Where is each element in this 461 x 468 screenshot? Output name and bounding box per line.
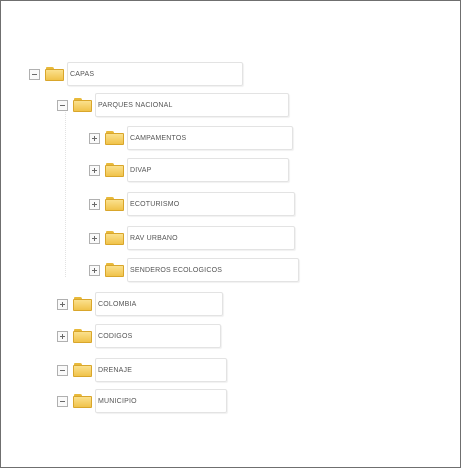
tree-node-label[interactable]: SENDEROS ECOLOGICOS — [127, 258, 299, 282]
tree-node-child[interactable]: RAV URBANO — [89, 225, 295, 251]
tree-node-label[interactable]: CAPAS — [67, 62, 243, 86]
tree-node-child[interactable]: SENDEROS ECOLOGICOS — [89, 257, 299, 283]
expand-toggle[interactable] — [57, 330, 68, 342]
expand-toggle[interactable] — [89, 232, 100, 244]
collapse-toggle[interactable] — [57, 364, 68, 376]
tree-node-child[interactable]: ECOTURISMO — [89, 191, 295, 217]
folder-icon — [73, 328, 93, 344]
tree-node-group[interactable]: MUNICIPIO — [57, 388, 227, 414]
tree-node-label[interactable]: DRENAJE — [95, 358, 227, 382]
folder-icon — [105, 262, 125, 278]
folder-icon — [105, 130, 125, 146]
folder-icon — [45, 66, 65, 82]
layer-tree: CAPAS PARQUES NACIONAL CAMPAMENTOS DIVAP… — [1, 1, 460, 467]
tree-node-group[interactable]: CODIGOS — [57, 323, 221, 349]
tree-node-group[interactable]: DRENAJE — [57, 357, 227, 383]
collapse-toggle[interactable] — [57, 395, 68, 407]
folder-icon — [105, 230, 125, 246]
folder-icon — [105, 196, 125, 212]
folder-icon — [73, 97, 93, 113]
tree-node-group[interactable]: COLOMBIA — [57, 291, 223, 317]
expand-toggle[interactable] — [89, 264, 100, 276]
tree-node-root[interactable]: CAPAS — [29, 61, 243, 87]
collapse-toggle[interactable] — [57, 99, 68, 111]
tree-node-label[interactable]: PARQUES NACIONAL — [95, 93, 289, 117]
tree-node-label[interactable]: ECOTURISMO — [127, 192, 295, 216]
folder-icon — [105, 162, 125, 178]
folder-icon — [73, 393, 93, 409]
tree-panel: CAPAS PARQUES NACIONAL CAMPAMENTOS DIVAP… — [0, 0, 461, 468]
collapse-toggle[interactable] — [29, 68, 40, 80]
folder-icon — [73, 362, 93, 378]
expand-toggle[interactable] — [57, 298, 68, 310]
tree-guide-line — [65, 109, 67, 277]
tree-node-label[interactable]: RAV URBANO — [127, 226, 295, 250]
tree-node-label[interactable]: DIVAP — [127, 158, 289, 182]
tree-node-child[interactable]: CAMPAMENTOS — [89, 125, 293, 151]
tree-node-group[interactable]: PARQUES NACIONAL — [57, 92, 289, 118]
folder-icon — [73, 296, 93, 312]
expand-toggle[interactable] — [89, 198, 100, 210]
tree-node-label[interactable]: COLOMBIA — [95, 292, 223, 316]
expand-toggle[interactable] — [89, 132, 100, 144]
tree-node-label[interactable]: CAMPAMENTOS — [127, 126, 293, 150]
tree-node-label[interactable]: CODIGOS — [95, 324, 221, 348]
tree-node-child[interactable]: DIVAP — [89, 157, 289, 183]
tree-node-label[interactable]: MUNICIPIO — [95, 389, 227, 413]
expand-toggle[interactable] — [89, 164, 100, 176]
